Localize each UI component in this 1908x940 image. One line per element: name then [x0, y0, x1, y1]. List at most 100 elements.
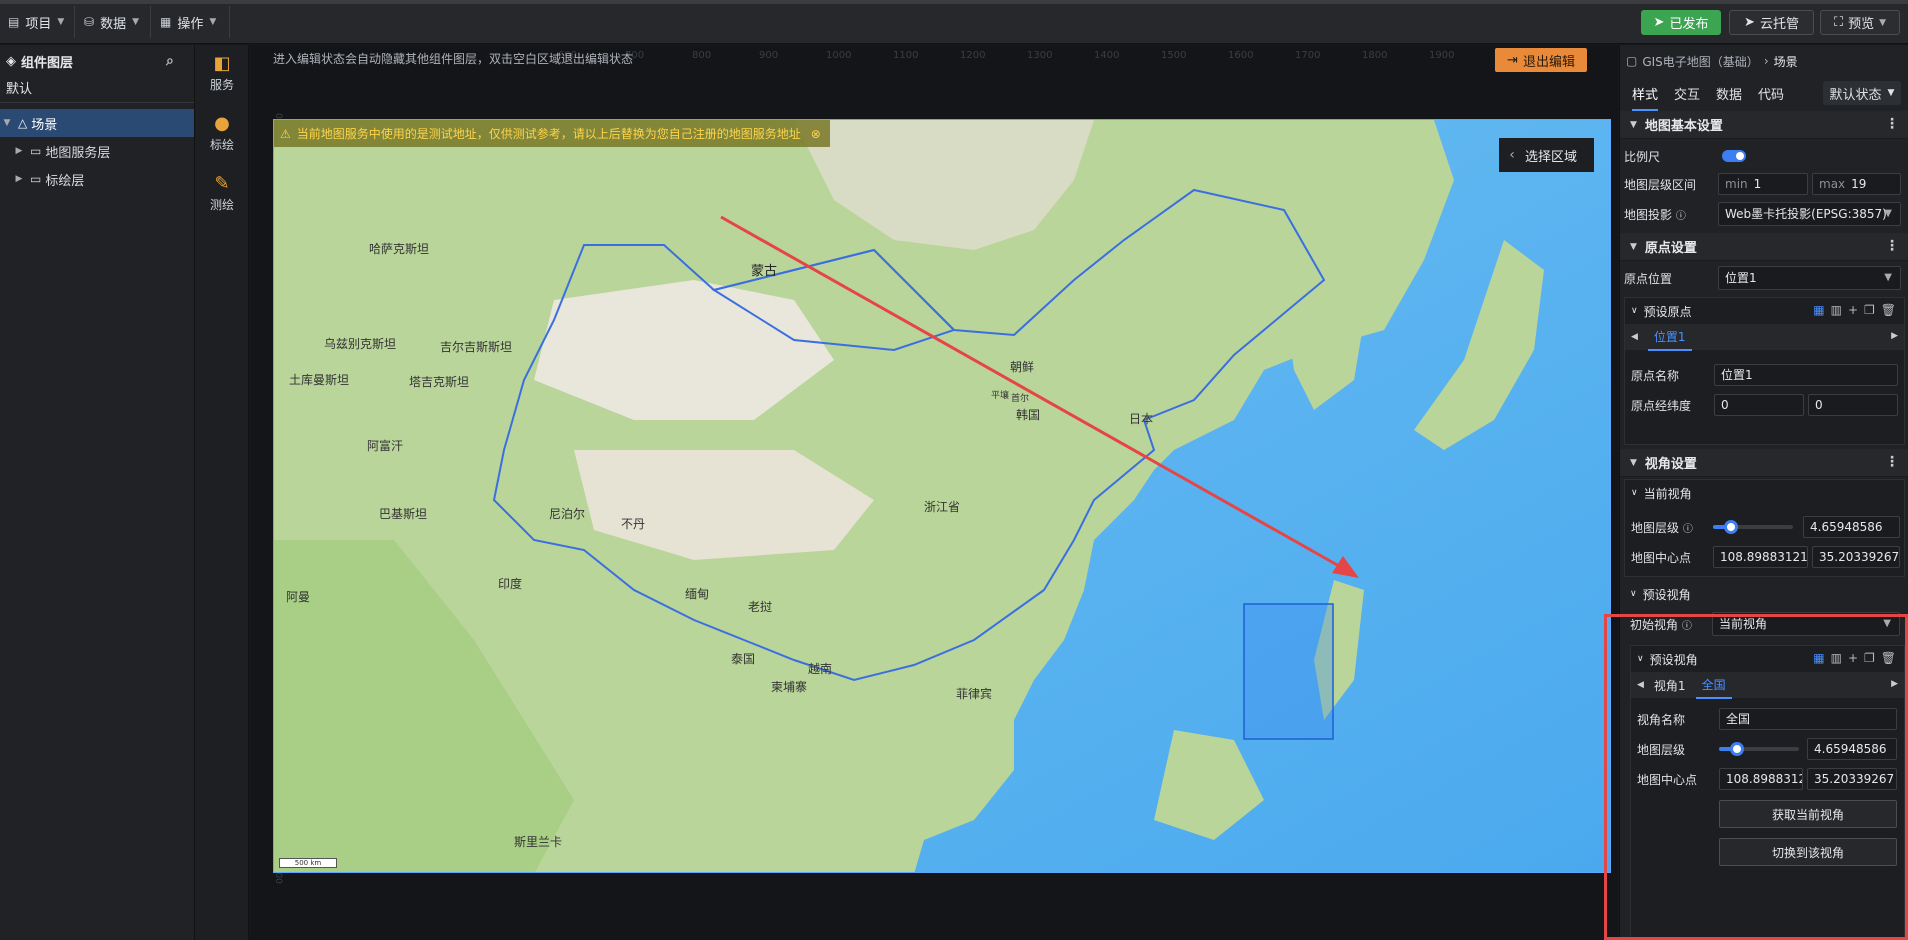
- caret-right-icon[interactable]: ▶: [12, 174, 26, 184]
- tab-style[interactable]: 样式: [1632, 84, 1659, 111]
- zoom-range-row: 地图层级区间 min 1 max 19: [1620, 169, 1908, 199]
- help-icon[interactable]: ⓘ: [1682, 621, 1692, 632]
- current-zoom-slider[interactable]: [1713, 520, 1793, 534]
- exit-edit-button[interactable]: ⇥ 退出编辑: [1495, 48, 1587, 72]
- tab-interaction[interactable]: 交互: [1674, 84, 1700, 103]
- chevron-down-icon: ▼: [1884, 208, 1892, 219]
- scale-label: 比例尺: [1624, 150, 1661, 164]
- caret-right-icon[interactable]: ▶: [1891, 331, 1898, 341]
- search-icon[interactable]: ⌕: [166, 53, 174, 69]
- list-view-icon[interactable]: ▥: [1831, 651, 1842, 665]
- delete-icon[interactable]: 🗑: [1881, 303, 1896, 317]
- view-zoom-slider[interactable]: [1719, 742, 1799, 756]
- select-region-button[interactable]: ‹ 选择区域: [1499, 138, 1594, 172]
- projection-label-wrap: 地图投影 ⓘ: [1624, 206, 1686, 223]
- current-zoom-input[interactable]: 4.65948586: [1803, 516, 1900, 538]
- caret-right-icon[interactable]: ▶: [12, 146, 26, 156]
- tab-default[interactable]: 默认: [0, 77, 194, 103]
- zoom-max-input[interactable]: max 19: [1812, 173, 1901, 195]
- grid-view-icon[interactable]: ▦: [1813, 303, 1824, 317]
- preset-view-sub-header[interactable]: ∨ 预设视角 ▦ ▥ + ❐ 🗑: [1631, 646, 1904, 672]
- caret-down-icon: ▼: [1630, 241, 1637, 252]
- map-label-bhutan: 不丹: [621, 517, 646, 531]
- test-address-warning: ⚠ 当前地图服务中使用的是测试地址，仅供测试参考，请以上后替换为您自己注册的地图…: [274, 120, 830, 147]
- ruler-top-tick: 1100: [893, 50, 919, 61]
- cloud-hosting-button[interactable]: ➤ 云托管: [1729, 10, 1814, 35]
- tool-measure[interactable]: ✎ 测绘: [195, 173, 249, 213]
- current-center-lat[interactable]: 35.2033926755: [1812, 546, 1900, 568]
- view-center-lng[interactable]: 108.89883121: [1719, 768, 1803, 790]
- tree-item-map-service[interactable]: ▶ ▭ 地图服务层: [0, 137, 194, 165]
- caret-right-icon[interactable]: ▶: [1891, 679, 1898, 689]
- map-view[interactable]: ⚠ 当前地图服务中使用的是测试地址，仅供测试参考，请以上后替换为您自己注册的地图…: [273, 119, 1611, 873]
- caret-down-icon[interactable]: ▼: [0, 118, 14, 128]
- map-label-thailand: 泰国: [731, 652, 756, 666]
- current-center-row: 地图中心点 108.8988312182 35.2033926755: [1625, 542, 1904, 572]
- tab-data[interactable]: 数据: [1716, 84, 1742, 103]
- caret-left-icon[interactable]: ◀: [1637, 680, 1644, 690]
- grid-view-icon[interactable]: ▦: [1813, 651, 1824, 665]
- copy-icon[interactable]: ❐: [1864, 303, 1875, 317]
- scale-toggle[interactable]: [1722, 150, 1746, 162]
- tab-view-1[interactable]: 视角1: [1654, 677, 1686, 694]
- more-icon[interactable]: ⋮: [1885, 238, 1899, 254]
- preview-button[interactable]: ⛶ 预览 ▼: [1820, 10, 1900, 35]
- section-view[interactable]: ▼ 视角设置 ⋮: [1620, 449, 1908, 477]
- tab-origin-1[interactable]: 位置1: [1647, 324, 1692, 351]
- origin-lng-input[interactable]: 0: [1714, 394, 1804, 416]
- initial-view-select[interactable]: 当前视角 ▼: [1712, 612, 1900, 636]
- get-current-view-button[interactable]: 获取当前视角: [1719, 800, 1897, 828]
- current-view-header[interactable]: ∨ 当前视角: [1625, 480, 1904, 506]
- tree-item-plot-layer[interactable]: ▶ ▭ 标绘层: [0, 165, 194, 193]
- section-basic[interactable]: ▼ 地图基本设置 ⋮: [1620, 111, 1908, 139]
- state-select[interactable]: 默认状态 ▼: [1823, 81, 1901, 105]
- published-button[interactable]: ➤ 已发布: [1641, 10, 1721, 35]
- view-zoom-input[interactable]: 4.65948586: [1807, 738, 1897, 760]
- breadcrumb-component[interactable]: GIS电子地图（基础）: [1642, 53, 1758, 70]
- zoom-min-input[interactable]: min 1: [1718, 173, 1808, 195]
- view-name-input[interactable]: 全国: [1719, 708, 1897, 730]
- slider-knob[interactable]: [1729, 742, 1744, 756]
- map-label-turkmenistan: 土库曼斯坦: [289, 373, 350, 387]
- section-origin[interactable]: ▼ 原点设置 ⋮: [1620, 233, 1908, 261]
- origin-lat-input[interactable]: 0: [1808, 394, 1898, 416]
- help-icon[interactable]: ⓘ: [1683, 524, 1693, 535]
- chevron-left-icon: ‹: [1509, 147, 1515, 163]
- close-icon[interactable]: ⊗: [811, 127, 821, 141]
- section-basic-title: 地图基本设置: [1644, 119, 1723, 134]
- tool-service[interactable]: ◧ 服务: [195, 53, 249, 93]
- more-icon[interactable]: ⋮: [1885, 116, 1899, 132]
- menu-data[interactable]: ⛁ 数据 ▼: [84, 10, 139, 34]
- switch-view-button[interactable]: 切换到该视角: [1719, 838, 1897, 866]
- current-center-label: 地图中心点: [1631, 551, 1692, 565]
- tree-item-label: 标绘层: [45, 173, 85, 189]
- caret-left-icon[interactable]: ◀: [1631, 332, 1638, 342]
- map-scale-bar: 500 km: [279, 858, 337, 868]
- tool-plot[interactable]: ● 标绘: [195, 113, 249, 153]
- projection-select[interactable]: Web墨卡托投影(EPSG:3857) ▼: [1718, 202, 1901, 226]
- current-center-lng[interactable]: 108.8988312182: [1713, 546, 1808, 568]
- published-label: 已发布: [1669, 17, 1709, 32]
- menu-operation[interactable]: ▦ 操作 ▼: [160, 10, 216, 34]
- add-icon[interactable]: +: [1848, 651, 1858, 665]
- origin-name-input[interactable]: 位置1: [1714, 364, 1898, 386]
- copy-icon[interactable]: ❐: [1864, 651, 1875, 665]
- preset-view-header[interactable]: ∨ 预设视角: [1624, 581, 1905, 607]
- delete-icon[interactable]: 🗑: [1881, 651, 1896, 665]
- origin-pos-select[interactable]: 位置1 ▼: [1718, 266, 1901, 290]
- ruler-top-tick: 900: [759, 50, 779, 61]
- caret-down-icon: ▼: [1630, 457, 1637, 468]
- slider-knob[interactable]: [1723, 520, 1738, 534]
- help-icon[interactable]: ⓘ: [1676, 211, 1686, 222]
- tree-item-scene[interactable]: ▼ △ 场景: [0, 109, 194, 137]
- add-icon[interactable]: +: [1848, 303, 1858, 317]
- map-graphic[interactable]: [274, 120, 1611, 873]
- more-icon[interactable]: ⋮: [1885, 454, 1899, 470]
- tab-code[interactable]: 代码: [1758, 84, 1784, 103]
- tab-view-national[interactable]: 全国: [1695, 672, 1732, 699]
- menu-project[interactable]: ▤ 项目 ▼: [8, 10, 64, 34]
- view-center-lat[interactable]: 35.20339267: [1807, 768, 1897, 790]
- list-view-icon[interactable]: ▥: [1831, 303, 1842, 317]
- preset-origin-header[interactable]: ∨ 预设原点 ▦ ▥ + ❐ 🗑: [1625, 298, 1904, 324]
- ruler-top-tick: 800: [692, 50, 712, 61]
